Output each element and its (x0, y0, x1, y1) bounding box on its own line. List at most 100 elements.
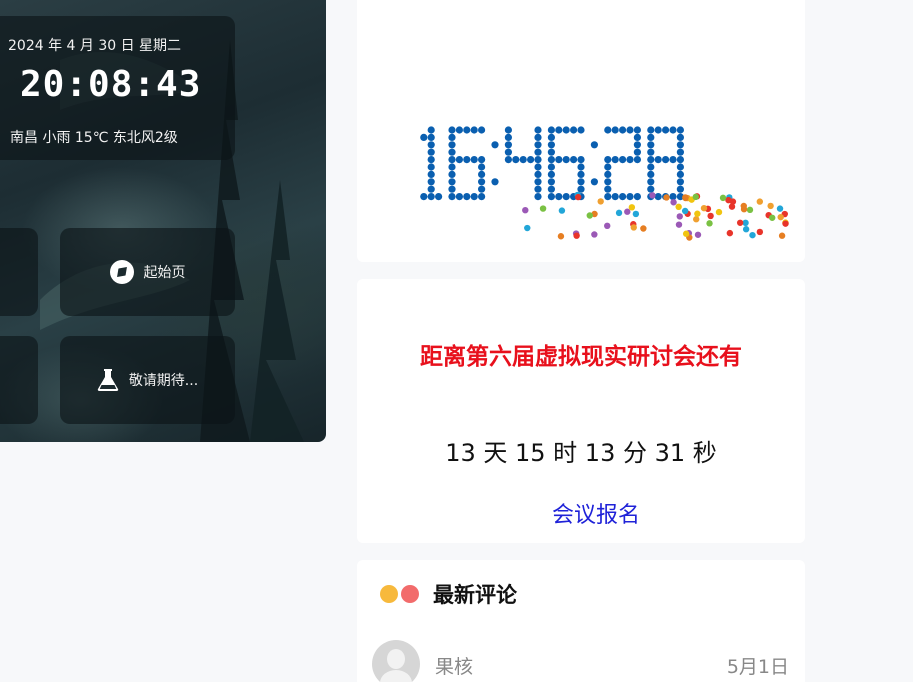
clock-dot (427, 133, 435, 141)
comment-author[interactable]: 果核 (435, 652, 473, 679)
latest-comments-card: 最新评论 果核 5月1日 (357, 560, 805, 682)
clock-dot (547, 126, 555, 134)
clock-dot (547, 185, 555, 193)
particle-dot (557, 233, 565, 240)
clock-dot (577, 185, 585, 193)
clock-dot (654, 193, 662, 201)
clock-dot (534, 156, 542, 164)
particle-dot (706, 220, 713, 227)
clock-dot (647, 133, 655, 141)
comment-date: 5月1日 (726, 656, 789, 678)
clock-dot (478, 170, 486, 178)
clock-dot (427, 156, 435, 164)
clock-dot (427, 141, 435, 149)
avatar[interactable] (372, 640, 420, 682)
clock-dot (547, 156, 555, 164)
clock-dot (547, 178, 555, 186)
particle-dot (681, 207, 689, 215)
particle-dot (586, 212, 593, 219)
clock-dot (676, 126, 684, 134)
nav-tile-partial-2[interactable] (0, 336, 38, 424)
clock-dot (470, 126, 478, 134)
particle-dot (632, 210, 640, 218)
clock-dot (633, 141, 641, 149)
clock-dot (611, 193, 619, 201)
particle-dot (694, 231, 702, 238)
start-page-button[interactable]: 起始页 (60, 228, 235, 316)
particle-dot (676, 213, 683, 220)
clock-dot (455, 156, 463, 164)
clock-dot (633, 133, 641, 141)
clock-dot (619, 156, 627, 164)
particle-dot (574, 193, 582, 201)
clock-dot (478, 156, 486, 164)
clock-dot (448, 126, 456, 134)
clock-dot (654, 126, 662, 134)
particle-dot (573, 232, 580, 239)
clock-dot (491, 141, 499, 149)
particle-dot (776, 205, 784, 212)
compass-icon (109, 260, 134, 284)
clock-dot (534, 178, 542, 186)
particle-dot (649, 192, 656, 199)
clock-dot (547, 163, 555, 171)
particle-dot (693, 216, 700, 223)
clock-dot (662, 126, 670, 134)
clock-dot (555, 193, 563, 201)
clock-dot (577, 163, 585, 171)
clock-dot (478, 185, 486, 193)
particle-dot (628, 204, 636, 211)
clock-dot (562, 193, 570, 201)
clock-dot (534, 163, 542, 171)
coming-soon-button[interactable]: 敬请期待... (60, 336, 235, 424)
clock-dot (427, 178, 435, 186)
particle-dot (663, 194, 670, 201)
conference-signup-link[interactable]: 会议报名 (357, 497, 835, 529)
particle-dot (694, 210, 701, 217)
particle-dot (675, 221, 683, 228)
particle-dot (700, 204, 708, 212)
clock-dot (448, 170, 456, 178)
clock-dot (427, 163, 435, 171)
clock-dot (504, 141, 512, 149)
clock-dot (647, 163, 655, 171)
clock-dot (570, 126, 578, 134)
particle-dot (692, 193, 699, 201)
clock-dot (676, 133, 684, 141)
particle-dot (778, 232, 786, 239)
particle-dot (591, 231, 598, 238)
particle-dot (782, 220, 789, 227)
clock-dot (626, 193, 634, 201)
clock-dot (676, 148, 684, 156)
clock-dot (435, 193, 443, 201)
clock-dot (590, 178, 598, 186)
clock-dot (619, 193, 627, 201)
conference-countdown-card: 距离第六届虚拟现实研讨会还有 13 天 15 时 13 分 31 秒 会议报名 (357, 279, 805, 543)
clock-dot (577, 156, 585, 164)
start-page-label: 起始页 (143, 265, 186, 281)
clock-dot (455, 126, 463, 134)
clock-dot (512, 156, 520, 164)
clock-dot (504, 148, 512, 156)
clock-dot (448, 163, 456, 171)
particle-dot (756, 198, 764, 205)
clock-dot (504, 126, 512, 134)
clock-dot (647, 178, 655, 186)
clock-dot (626, 156, 634, 164)
clock-dot (633, 126, 641, 134)
countdown-title: 距离第六届虚拟现实研讨会还有 (420, 344, 742, 370)
clock-dot (604, 163, 612, 171)
clock-dot (647, 185, 655, 193)
clock-dot (547, 141, 555, 149)
current-date: 2024 年 4 月 30 日 星期二 (8, 38, 182, 54)
dot-matrix-clock (420, 126, 789, 241)
particle-dot (740, 206, 748, 213)
clock-dot (534, 193, 542, 201)
nav-tile-partial-1[interactable] (0, 228, 38, 316)
clock-dot (427, 170, 435, 178)
clock-dot (491, 178, 499, 186)
clock-dot (547, 170, 555, 178)
clock-dot (669, 193, 677, 201)
clock-dot (604, 156, 612, 164)
clock-dot (604, 178, 612, 186)
